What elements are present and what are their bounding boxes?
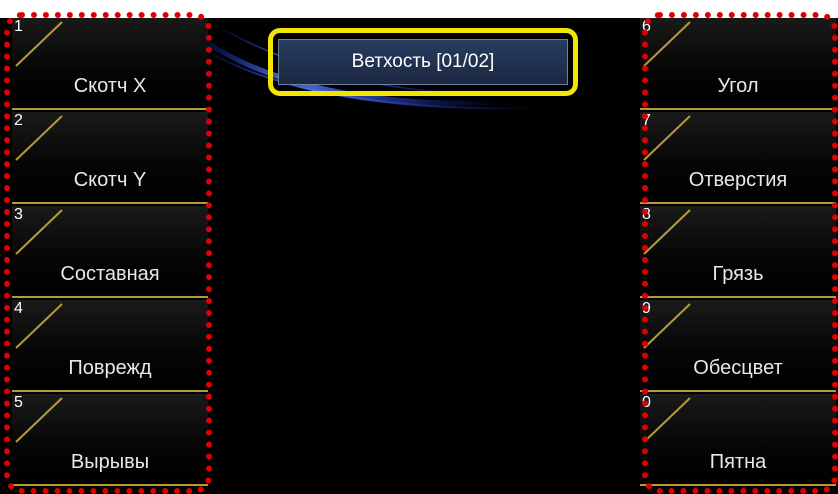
softkey-number: 8 (642, 206, 651, 223)
softkey-label: Грязь (712, 263, 764, 285)
softkey-number: 6 (642, 18, 651, 35)
softkey-number: 1 (14, 18, 23, 35)
softkey-label: Угол (717, 75, 759, 97)
softkey-label: Составная (60, 263, 160, 285)
softkey-label: Обесцвет (693, 357, 783, 379)
softkey-8[interactable]: 8 Грязь (640, 206, 836, 298)
softkey-label: Поврежд (68, 357, 152, 379)
softkey-0[interactable]: 0 Пятна (640, 394, 836, 486)
softkey-1[interactable]: 1 Скотч X (12, 18, 208, 110)
softkey-number: 2 (14, 112, 23, 129)
softkey-number: 7 (642, 112, 651, 129)
softkey-9[interactable]: 9 Обесцвет (640, 300, 836, 392)
menu-title-button[interactable]: Ветхость [01/02] (278, 39, 568, 85)
display-screen: 1 Скотч X 2 Скотч Y 3 Составная 4 Повреж… (0, 18, 838, 494)
softkey-number: 5 (14, 394, 23, 411)
softkey-number: 4 (14, 300, 23, 317)
softkey-label: Отверстия (688, 169, 788, 191)
softkey-number: 0 (642, 394, 651, 411)
softkey-7[interactable]: 7 Отверстия (640, 112, 836, 204)
softkey-2[interactable]: 2 Скотч Y (12, 112, 208, 204)
softkey-number: 3 (14, 206, 23, 223)
softkey-label: Скотч Y (73, 169, 147, 191)
softkey-label: Скотч X (73, 75, 147, 97)
softkey-6[interactable]: 6 Угол (640, 18, 836, 110)
softkey-4[interactable]: 4 Поврежд (12, 300, 208, 392)
softkey-number: 9 (642, 300, 651, 317)
softkey-label: Вырывы (70, 451, 150, 473)
softkey-label: Пятна (709, 451, 767, 473)
softkey-5[interactable]: 5 Вырывы (12, 394, 208, 486)
softkey-3[interactable]: 3 Составная (12, 206, 208, 298)
